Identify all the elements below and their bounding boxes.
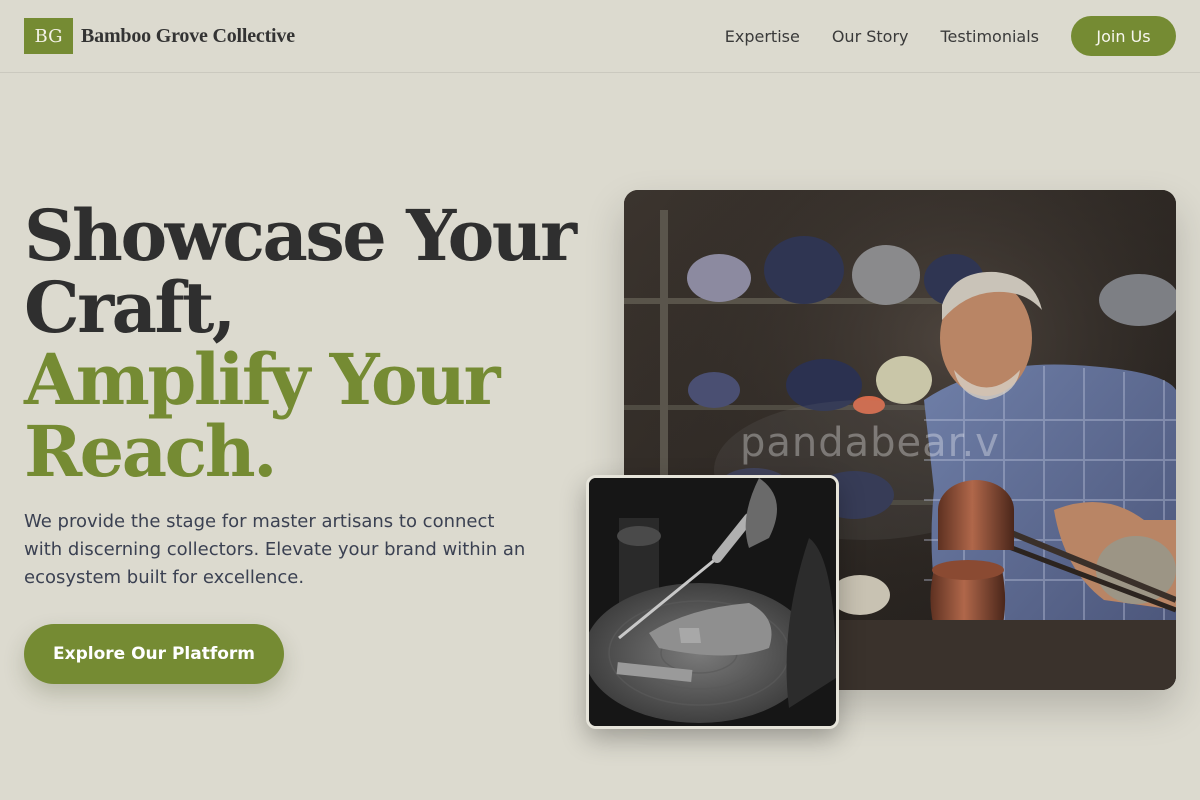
headline-line-3: Amplify Your — [24, 338, 501, 421]
hero-headline: Showcase Your Craft, Amplify Your Reach. — [24, 200, 584, 488]
woodcarving-photo-illustration — [589, 478, 836, 726]
site-header: BG Bamboo Grove Collective Expertise Our… — [0, 0, 1200, 73]
headline-line-2: Craft, — [24, 266, 236, 349]
image-watermark: pandabear.v — [740, 420, 1000, 466]
headline-line-4: Reach. — [24, 410, 277, 493]
hero-description: We provide the stage for master artisans… — [24, 511, 526, 588]
main-nav: Expertise Our Story Testimonials Join Us — [725, 16, 1176, 56]
nav-link-expertise[interactable]: Expertise — [725, 27, 800, 46]
nav-link-testimonials[interactable]: Testimonials — [941, 27, 1040, 46]
woodcarving-photo — [586, 475, 839, 729]
explore-platform-button[interactable]: Explore Our Platform — [24, 624, 284, 684]
logo-mark[interactable]: BG — [24, 18, 73, 54]
headline-line-1: Showcase Your — [24, 194, 577, 277]
join-us-button[interactable]: Join Us — [1071, 16, 1176, 56]
nav-link-our-story[interactable]: Our Story — [832, 27, 909, 46]
brand-name[interactable]: Bamboo Grove Collective — [81, 25, 295, 48]
